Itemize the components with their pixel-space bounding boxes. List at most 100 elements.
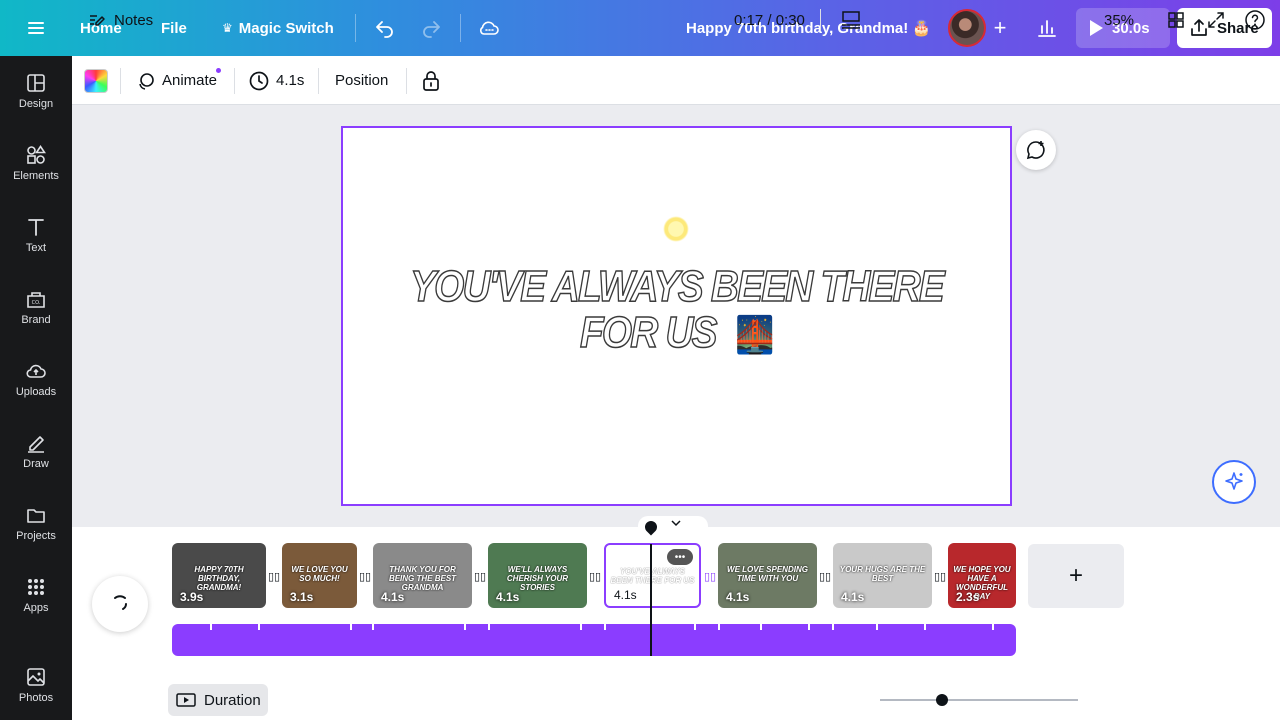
page-thumbnail-2[interactable]: We love you so much! 3.1s bbox=[282, 543, 357, 608]
grid-icon bbox=[1168, 12, 1184, 28]
sidebar-item-label: Projects bbox=[16, 530, 56, 542]
zoom-percentage[interactable]: 35% bbox=[1104, 0, 1134, 40]
video-icon bbox=[176, 693, 196, 707]
transition-button[interactable]: ▯▯ bbox=[588, 569, 602, 583]
page-duration: 4.1s bbox=[381, 590, 405, 604]
page-thumbnail-3[interactable]: Thank you for being the best grandma 4.1… bbox=[373, 543, 472, 608]
playhead[interactable] bbox=[650, 544, 652, 656]
page-duration: 4.1s bbox=[841, 590, 865, 604]
transition-button[interactable]: ▯▯ bbox=[933, 569, 947, 583]
more-horizontal-icon: ••• bbox=[674, 551, 686, 563]
sidebar-item-draw[interactable]: Draw bbox=[0, 416, 72, 486]
audio-marker bbox=[604, 624, 606, 630]
page-thumbnail-1[interactable]: Happy 70th birthday, Grandma! 3.9s bbox=[172, 543, 266, 608]
transition-button[interactable]: ▯▯ bbox=[703, 569, 717, 583]
lock-button[interactable] bbox=[421, 56, 441, 105]
help-button[interactable] bbox=[1244, 0, 1266, 40]
sidebar-item-label: Brand bbox=[21, 314, 51, 326]
sidebar-item-text[interactable]: Text bbox=[0, 200, 72, 270]
layout-icon bbox=[842, 11, 860, 29]
audio-track[interactable] bbox=[172, 624, 1016, 656]
sidebar-item-label: Uploads bbox=[15, 386, 57, 398]
fullscreen-button[interactable] bbox=[1206, 0, 1226, 40]
page-thumbnail-7[interactable]: Your hugs are the best 4.1s bbox=[833, 543, 932, 608]
chevron-down-icon bbox=[671, 520, 681, 527]
sidebar-item-label: Apps bbox=[23, 602, 49, 614]
audio-marker bbox=[760, 624, 762, 630]
animate-label: Animate bbox=[162, 72, 218, 89]
zoom-slider-handle[interactable] bbox=[936, 694, 948, 706]
design-title[interactable]: Happy 70th birthday, Grandma! 🎂 bbox=[686, 0, 931, 56]
sidebar-item-brand[interactable]: CO. Brand bbox=[0, 272, 72, 342]
crown-icon: ♛ bbox=[222, 21, 233, 35]
animate-button[interactable]: Animate bbox=[136, 56, 222, 105]
page-more-button[interactable]: ••• bbox=[667, 549, 693, 565]
position-button[interactable]: Position bbox=[335, 56, 388, 105]
lock-icon bbox=[423, 70, 439, 91]
design-canvas[interactable]: YOU'VE ALWAYS BEEN THERE FOR US 🌉 bbox=[341, 126, 1012, 506]
sidebar-item-label: Draw bbox=[23, 458, 49, 470]
page-view-button[interactable] bbox=[840, 0, 862, 40]
duration-label: 4.1s bbox=[276, 72, 305, 89]
top-bar: Home File ♛ Magic Switch Happy 70th birt… bbox=[0, 0, 1280, 56]
redo-button[interactable] bbox=[419, 0, 443, 56]
zoom-slider-track[interactable] bbox=[880, 699, 1078, 701]
sidebar-item-elements[interactable]: Elements bbox=[0, 128, 72, 198]
audio-marker bbox=[694, 624, 696, 630]
invite-button[interactable]: + bbox=[986, 14, 1014, 42]
page-thumbnail-4[interactable]: We'll always cherish your stories 4.1s bbox=[488, 543, 587, 608]
photos-icon bbox=[27, 668, 45, 686]
transition-button[interactable]: ▯▯ bbox=[267, 569, 281, 583]
page-duration: 4.1s bbox=[614, 588, 637, 602]
audio-marker bbox=[372, 624, 374, 630]
sidebar-item-apps[interactable]: Apps bbox=[0, 560, 72, 630]
page-thumbnail-5-selected[interactable]: You've always been there for us 4.1s ••• bbox=[604, 543, 701, 608]
sidebar-item-projects[interactable]: Projects bbox=[0, 488, 72, 558]
sun-graphic bbox=[663, 216, 689, 242]
audio-marker bbox=[580, 624, 582, 630]
headline-line-2-text: FOR US bbox=[579, 308, 718, 357]
audio-marker bbox=[350, 624, 352, 630]
magic-switch-button[interactable]: ♛ Magic Switch bbox=[222, 0, 334, 56]
play-icon bbox=[1090, 20, 1103, 36]
notes-icon bbox=[90, 15, 105, 26]
canvas-headline[interactable]: YOU'VE ALWAYS BEEN THERE FOR US 🌉 bbox=[383, 263, 970, 358]
page-thumbnail-6[interactable]: We love spending time with you 4.1s bbox=[718, 543, 817, 608]
divider bbox=[318, 68, 319, 94]
audio-marker bbox=[924, 624, 926, 630]
sparkle-icon bbox=[1225, 472, 1243, 490]
notes-button[interactable]: Notes bbox=[88, 0, 153, 40]
duration-button[interactable]: 4.1s bbox=[248, 56, 304, 105]
color-picker[interactable] bbox=[84, 56, 108, 105]
insights-button[interactable] bbox=[1026, 8, 1068, 48]
redo-icon bbox=[423, 21, 440, 38]
duration-toggle-label: Duration bbox=[204, 691, 261, 709]
avatar[interactable] bbox=[948, 9, 986, 47]
file-menu[interactable]: File bbox=[161, 0, 187, 56]
help-icon bbox=[1245, 10, 1265, 30]
duration-toggle-button[interactable]: Duration bbox=[168, 684, 268, 716]
undo-icon bbox=[376, 21, 393, 38]
menu-button[interactable] bbox=[24, 0, 48, 56]
add-page-button[interactable]: + bbox=[1028, 544, 1124, 608]
undo-button[interactable] bbox=[373, 0, 397, 56]
magic-assistant-button[interactable] bbox=[1212, 460, 1256, 504]
draw-icon bbox=[28, 436, 44, 453]
transition-button[interactable]: ▯▯ bbox=[358, 569, 372, 583]
grid-view-button[interactable] bbox=[1166, 0, 1186, 40]
audio-marker bbox=[992, 624, 994, 630]
bar-chart-icon bbox=[1038, 20, 1056, 37]
sidebar-item-uploads[interactable]: Uploads bbox=[0, 344, 72, 414]
transition-button[interactable]: ▯▯ bbox=[473, 569, 487, 583]
sidebar-item-design[interactable]: Design bbox=[0, 56, 72, 126]
projects-icon bbox=[27, 509, 45, 523]
svg-text:CO.: CO. bbox=[32, 300, 41, 306]
divider bbox=[460, 14, 461, 42]
page-thumbnail-8[interactable]: We hope you have a wonderful day 2.3s bbox=[948, 543, 1016, 608]
cloud-save-button[interactable] bbox=[477, 0, 501, 56]
page-caption: Thank you for being the best grandma bbox=[388, 565, 457, 592]
add-comment-button[interactable] bbox=[1016, 130, 1056, 170]
sidebar-item-photos[interactable]: Photos bbox=[0, 650, 72, 720]
sidebar-item-label: Design bbox=[18, 98, 54, 110]
transition-button[interactable]: ▯▯ bbox=[818, 569, 832, 583]
